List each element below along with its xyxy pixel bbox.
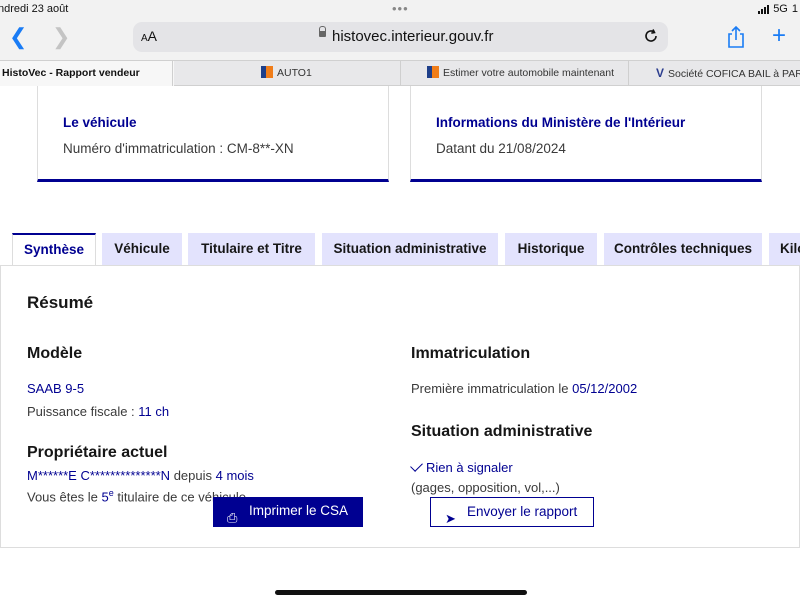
status-bar: ndredi 23 août ••• 5G 1 (0, 0, 800, 18)
printer-icon: ⎙ (227, 510, 238, 525)
owner-since: 4 mois (215, 468, 254, 483)
model-heading: Modèle (27, 345, 83, 362)
page-content: Le véhicule Numéro d'immatriculation : C… (0, 86, 800, 600)
first-registration-date: 05/12/2002 (572, 381, 638, 396)
first-registration: Première immatriculation le 05/12/2002 (411, 381, 638, 396)
status-indicators: 5G 1 (758, 3, 798, 15)
send-icon: ➤ (445, 511, 456, 526)
battery-level: 1 (791, 3, 798, 15)
share-icon[interactable] (726, 25, 746, 49)
synthese-panel: Résumé Modèle SAAB 9-5 Puissance fiscale… (0, 265, 800, 548)
browser-toolbar: ❮ ❯ AA histovec.interieur.gouv.fr + (0, 18, 800, 60)
reader-aa-button[interactable]: AA (141, 28, 157, 44)
reload-icon[interactable] (643, 28, 659, 44)
report-tabs: Synthèse Véhicule Titulaire et Titre Sit… (12, 233, 800, 267)
signal-strength-icon (758, 4, 770, 14)
check-icon (410, 459, 423, 472)
estimer-favicon-icon (427, 66, 439, 78)
address-bar[interactable]: AA histovec.interieur.gouv.fr (133, 22, 668, 52)
tab-historique[interactable]: Historique (505, 233, 597, 265)
lock-icon (319, 26, 326, 37)
status-time: ndredi 23 août (0, 3, 69, 15)
report-date: Datant du 21/08/2024 (436, 141, 566, 156)
home-indicator[interactable] (275, 590, 527, 595)
fiscal-power: Puissance fiscale : 11 ch (27, 404, 170, 419)
ministry-card-title: Informations du Ministère de l'Intérieur (436, 115, 686, 130)
network-type: 5G (773, 3, 788, 15)
admin-status: Rien à signaler (410, 459, 513, 475)
back-icon[interactable]: ❮ (9, 26, 27, 48)
auto1-favicon-icon (261, 66, 273, 78)
tab-vehicule[interactable]: Véhicule (102, 233, 182, 265)
vehicle-card-title: Le véhicule (63, 115, 137, 130)
registration-number: Numéro d'immatriculation : CM-8**-XN (63, 141, 294, 156)
url-text[interactable]: histovec.interieur.gouv.fr (332, 28, 493, 45)
send-report-button[interactable]: ➤ Envoyer le rapport (430, 497, 594, 527)
browser-tab-histovec[interactable]: HistoVec - Rapport vendeur (0, 61, 174, 86)
forward-icon[interactable]: ❯ (52, 26, 70, 48)
owner-line: M******E C**************N depuis 4 mois (27, 468, 254, 483)
fiscal-power-value: 11 ch (138, 404, 170, 419)
owner-heading: Propriétaire actuel (27, 444, 168, 461)
browser-tab-cofica[interactable]: V Société COFICA BAIL à PARIS (628, 61, 800, 86)
multitasking-dots-icon[interactable]: ••• (392, 1, 409, 16)
ministry-card: Informations du Ministère de l'Intérieur… (410, 86, 762, 182)
summary-heading: Résumé (27, 293, 94, 312)
new-tab-icon[interactable]: + (772, 24, 786, 48)
owner-name: M******E C**************N (27, 468, 171, 483)
admin-status-heading: Situation administrative (411, 423, 593, 440)
browser-tab-bar: HistoVec - Rapport vendeur AUTO1 Estimer… (0, 60, 800, 86)
vehicle-card: Le véhicule Numéro d'immatriculation : C… (37, 86, 389, 182)
print-csa-button[interactable]: ⎙ Imprimer le CSA (213, 497, 363, 527)
tab-kilometrage[interactable]: Kilométrage (769, 233, 800, 265)
tab-synthese[interactable]: Synthèse (12, 233, 96, 267)
admin-status-detail: (gages, opposition, vol,...) (411, 480, 560, 495)
model-name: SAAB 9-5 (27, 381, 85, 396)
tab-situation-administrative[interactable]: Situation administrative (322, 233, 498, 265)
cofica-favicon-icon: V (656, 66, 665, 80)
registration-heading: Immatriculation (411, 345, 531, 362)
browser-tab-estimer[interactable]: Estimer votre automobile maintenant (400, 61, 628, 86)
browser-tab-auto1[interactable]: AUTO1 (172, 61, 400, 86)
tab-controles-techniques[interactable]: Contrôles techniques (604, 233, 762, 265)
tab-titulaire[interactable]: Titulaire et Titre (188, 233, 315, 265)
